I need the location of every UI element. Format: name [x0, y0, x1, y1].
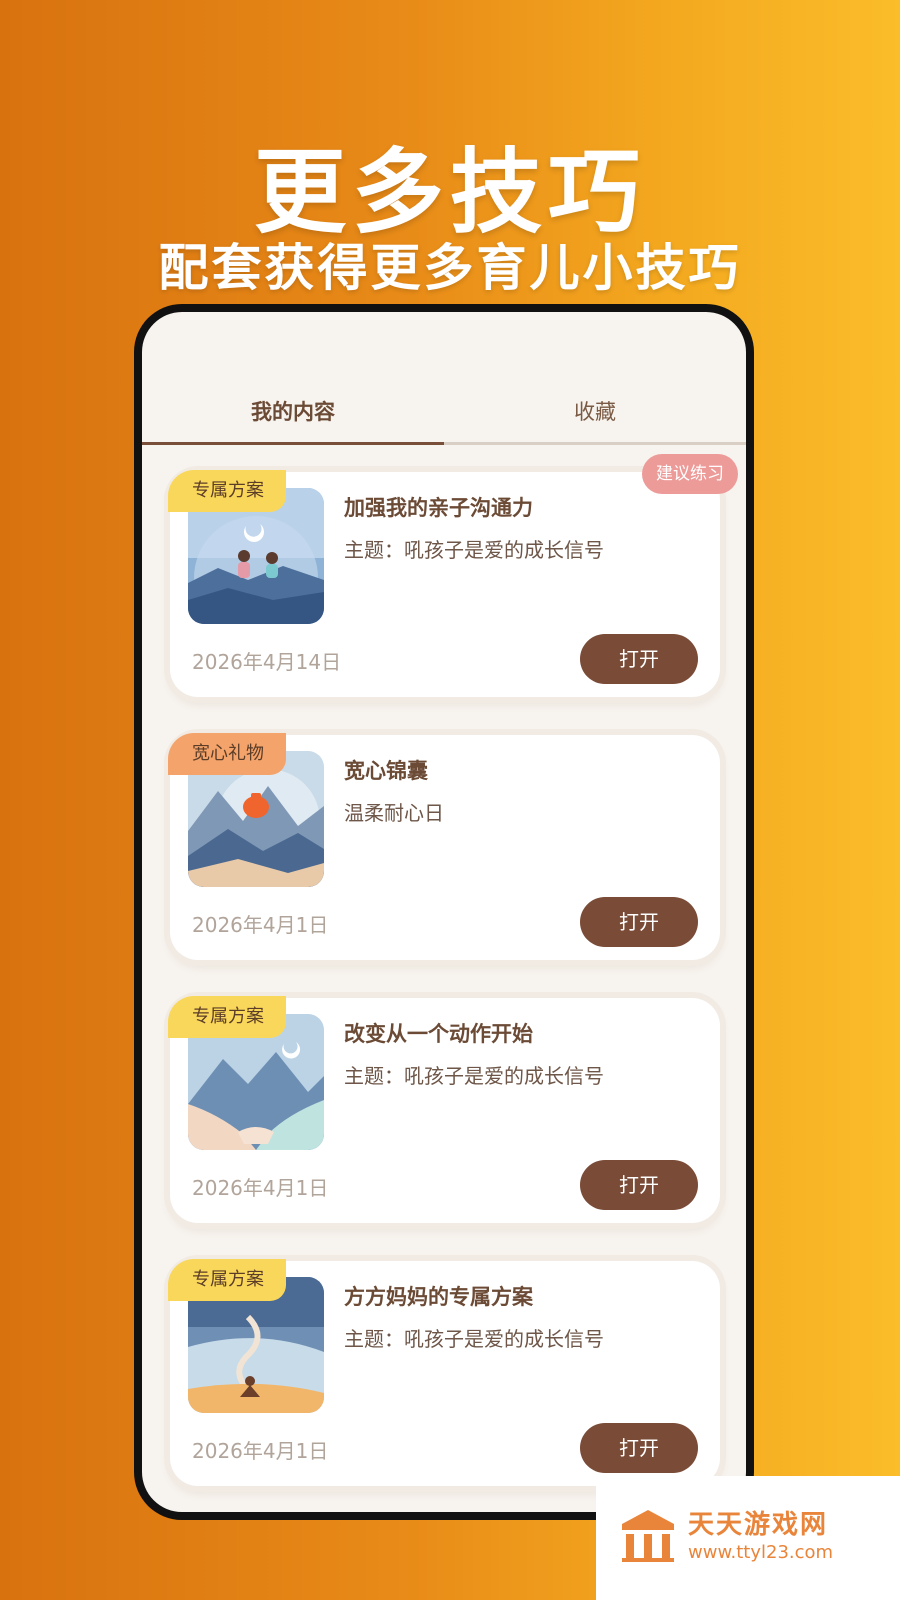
card-subtitle: 主题：吼孩子是爱的成长信号 [344, 1327, 604, 1351]
tab-favorites[interactable]: 收藏 [444, 382, 746, 442]
open-button[interactable]: 打开 [580, 1160, 698, 1210]
card-subtitle: 主题：吼孩子是爱的成长信号 [344, 1064, 604, 1088]
open-button[interactable]: 打开 [580, 1423, 698, 1473]
card-title: 改变从一个动作开始 [344, 1022, 533, 1046]
active-tab-indicator [142, 442, 444, 445]
watermark-name: 天天游戏网 [688, 1510, 829, 1540]
watermark-logo-icon [622, 1510, 674, 1562]
phone-frame: 我的内容 收藏 专属方案 加强我的亲子沟通力 主题：吼孩子是爱的成长信号 202… [134, 304, 754, 1520]
card-tag: 专属方案 [168, 470, 286, 512]
content-card: 专属方案 方方妈妈的专属方案 主题：吼孩子是爱的成长信号 2026年4月1日 打… [168, 1259, 720, 1486]
card-title: 加强我的亲子沟通力 [344, 496, 533, 520]
card-subtitle: 主题：吼孩子是爱的成长信号 [344, 538, 604, 562]
promo-screen: 更多技巧 配套获得更多育儿小技巧 我的内容 收藏 专属方案 加强我的亲子沟通力 … [0, 0, 900, 1600]
site-watermark: 天天游戏网 www.ttyl23.com [596, 1476, 900, 1600]
promo-subline: 配套获得更多育儿小技巧 [158, 239, 742, 297]
open-button[interactable]: 打开 [580, 634, 698, 684]
tab-bar: 我的内容 收藏 [142, 382, 746, 445]
card-date: 2026年4月1日 [192, 1439, 329, 1463]
card-tag: 宽心礼物 [168, 733, 286, 775]
card-tag: 专属方案 [168, 1259, 286, 1301]
card-date: 2026年4月14日 [192, 650, 342, 674]
content-card: 专属方案 加强我的亲子沟通力 主题：吼孩子是爱的成长信号 2026年4月14日 … [168, 454, 738, 697]
card-title: 宽心锦囊 [344, 759, 428, 783]
card-subtitle: 温柔耐心日 [344, 801, 444, 825]
card-date: 2026年4月1日 [192, 913, 329, 937]
watermark-url: www.ttyl23.com [688, 1542, 834, 1563]
card-tag: 专属方案 [168, 996, 286, 1038]
card-title: 方方妈妈的专属方案 [344, 1285, 533, 1309]
tab-my-content[interactable]: 我的内容 [142, 382, 444, 442]
suggest-practice-badge: 建议练习 [642, 454, 738, 494]
open-button[interactable]: 打开 [580, 897, 698, 947]
content-card: 专属方案 改变从一个动作开始 主题：吼孩子是爱的成长信号 2026年4月1日 打… [168, 996, 720, 1223]
phone-screen: 我的内容 收藏 专属方案 加强我的亲子沟通力 主题：吼孩子是爱的成长信号 202… [142, 312, 746, 1512]
content-card: 宽心礼物 宽心锦囊 温柔耐心日 2026年4月1日 打开 [168, 733, 720, 960]
card-date: 2026年4月1日 [192, 1176, 329, 1200]
